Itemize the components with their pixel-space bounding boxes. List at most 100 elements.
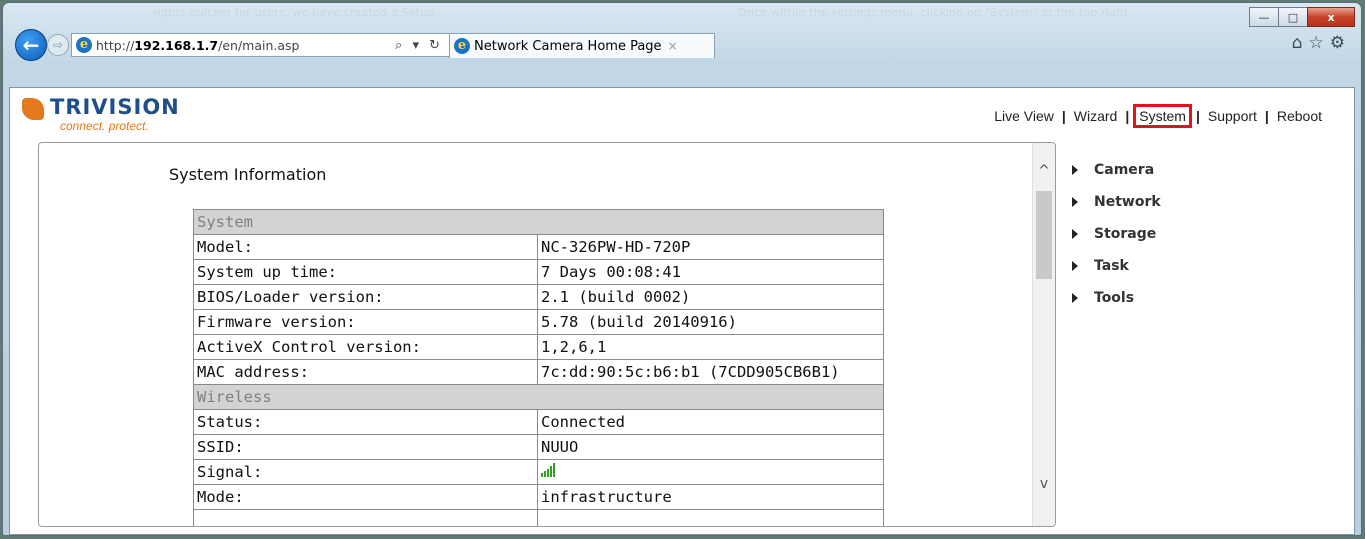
sidemenu-label: Network bbox=[1094, 194, 1161, 210]
browser-window: rights quicker for users, we have create… bbox=[2, 2, 1362, 536]
sidemenu-label: Storage bbox=[1094, 226, 1157, 242]
side-menu: Camera Network Storage Task Tools bbox=[1072, 154, 1161, 314]
table-row: Status: Connected bbox=[193, 409, 884, 435]
sidemenu-label: Camera bbox=[1094, 162, 1155, 178]
table-row bbox=[193, 509, 884, 526]
page-viewport: TRIVISION connect. protect. Live View | … bbox=[9, 87, 1355, 535]
top-navigation: Live View | Wizard | System | Support | … bbox=[994, 104, 1322, 128]
row-label: BIOS/Loader version: bbox=[193, 284, 538, 310]
row-value bbox=[537, 509, 884, 526]
table-row: MAC address: 7c:dd:90:5c:b6:b1 (7CDD905CB… bbox=[193, 359, 884, 385]
table-row: Firmware version: 5.78 (build 20140916) bbox=[193, 309, 884, 335]
forward-arrow-icon: ⇨ bbox=[52, 38, 64, 52]
system-info-table: System Model: NC-326PW-HD-720P System up … bbox=[193, 209, 884, 526]
scroll-up-icon[interactable]: ^ bbox=[1033, 161, 1055, 181]
tab-favicon-icon: e bbox=[454, 38, 470, 54]
row-value: 7c:dd:90:5c:b6:b1 (7CDD905CB6B1) bbox=[537, 359, 884, 385]
table-row: Signal: bbox=[193, 459, 884, 485]
group-header-system: System bbox=[193, 209, 884, 235]
table-group-header: Wireless bbox=[193, 384, 884, 410]
sidemenu-item-task[interactable]: Task bbox=[1072, 250, 1161, 282]
row-value: 7 Days 00:08:41 bbox=[537, 259, 884, 285]
trivision-logo: TRIVISION connect. protect. bbox=[22, 94, 222, 134]
url-path: /en/main.asp bbox=[218, 37, 300, 53]
background-ghost-text-right: Once within the settings menu, clicking … bbox=[738, 6, 1129, 19]
url-host: 192.168.1.7 bbox=[134, 37, 219, 53]
row-label: Signal: bbox=[193, 459, 538, 485]
settings-gear-icon[interactable]: ⚙ bbox=[1330, 33, 1351, 53]
url-prefix: http:// bbox=[96, 37, 135, 53]
address-url[interactable]: http://192.168.1.7/en/main.asp bbox=[96, 38, 299, 53]
table-row: SSID: NUUO bbox=[193, 434, 884, 460]
row-value-signal bbox=[537, 459, 884, 485]
background-ghost-text-left: rights quicker for users, we have create… bbox=[153, 6, 435, 19]
vertical-scrollbar[interactable]: ^ v bbox=[1032, 143, 1055, 526]
nav-live-view[interactable]: Live View bbox=[994, 108, 1054, 124]
table-group-header: System bbox=[193, 209, 884, 235]
sidemenu-label: Task bbox=[1094, 258, 1129, 274]
scroll-down-icon[interactable]: v bbox=[1033, 474, 1055, 494]
nav-system[interactable]: System bbox=[1133, 104, 1192, 128]
row-value: NUUO bbox=[537, 434, 884, 460]
row-value: 2.1 (build 0002) bbox=[537, 284, 884, 310]
sidemenu-item-camera[interactable]: Camera bbox=[1072, 154, 1161, 186]
table-row: Model: NC-326PW-HD-720P bbox=[193, 234, 884, 260]
browser-toolbar-icons: ⌂☆⚙ bbox=[1292, 33, 1351, 53]
row-value: 5.78 (build 20140916) bbox=[537, 309, 884, 335]
row-value: 1,2,6,1 bbox=[537, 334, 884, 360]
table-row: System up time: 7 Days 00:08:41 bbox=[193, 259, 884, 285]
sidemenu-item-tools[interactable]: Tools bbox=[1072, 282, 1161, 314]
sidemenu-label: Tools bbox=[1094, 290, 1135, 306]
home-icon[interactable]: ⌂ bbox=[1292, 33, 1309, 53]
caret-right-icon bbox=[1072, 261, 1078, 271]
row-label: ActiveX Control version: bbox=[193, 334, 538, 360]
page-title: System Information bbox=[169, 165, 327, 184]
row-label: Mode: bbox=[193, 484, 538, 510]
favorites-star-icon[interactable]: ☆ bbox=[1309, 33, 1330, 53]
tab-title: Network Camera Home Page bbox=[474, 38, 662, 54]
nav-separator: | bbox=[1125, 108, 1130, 124]
system-info-frame: System Information System Model: NC-326PW… bbox=[38, 142, 1056, 527]
logo-tagline: connect. protect. bbox=[60, 119, 149, 133]
sidemenu-item-storage[interactable]: Storage bbox=[1072, 218, 1161, 250]
tab-close-icon[interactable]: × bbox=[668, 39, 678, 53]
minimize-button[interactable]: — bbox=[1249, 7, 1279, 27]
row-label: SSID: bbox=[193, 434, 538, 460]
frame-content: System Information System Model: NC-326PW… bbox=[39, 143, 1029, 526]
row-label bbox=[193, 509, 538, 526]
sidemenu-item-network[interactable]: Network bbox=[1072, 186, 1161, 218]
signal-strength-icon bbox=[541, 463, 555, 477]
row-label: Firmware version: bbox=[193, 309, 538, 335]
caret-right-icon bbox=[1072, 165, 1078, 175]
close-button[interactable]: x bbox=[1307, 7, 1355, 27]
row-value: NC-326PW-HD-720P bbox=[537, 234, 884, 260]
group-header-wireless: Wireless bbox=[193, 384, 884, 410]
browser-tab[interactable]: e Network Camera Home Page × bbox=[449, 33, 715, 58]
back-button[interactable]: ← bbox=[15, 29, 47, 61]
caret-right-icon bbox=[1072, 197, 1078, 207]
back-arrow-icon: ← bbox=[22, 33, 40, 57]
ie-logo-icon: e bbox=[76, 37, 92, 53]
row-value: infrastructure bbox=[537, 484, 884, 510]
search-refresh-icons[interactable]: ⌕ ▾ ↻ bbox=[395, 38, 449, 53]
table-row: ActiveX Control version: 1,2,6,1 bbox=[193, 334, 884, 360]
nav-support[interactable]: Support bbox=[1208, 108, 1257, 124]
nav-separator: | bbox=[1264, 108, 1269, 124]
table-row: Mode: infrastructure bbox=[193, 484, 884, 510]
row-label: MAC address: bbox=[193, 359, 538, 385]
nav-wizard[interactable]: Wizard bbox=[1074, 108, 1118, 124]
forward-button[interactable]: ⇨ bbox=[47, 34, 69, 56]
nav-reboot[interactable]: Reboot bbox=[1277, 108, 1322, 124]
maximize-button[interactable]: □ bbox=[1278, 7, 1308, 27]
row-label: Model: bbox=[193, 234, 538, 260]
table-row: BIOS/Loader version: 2.1 (build 0002) bbox=[193, 284, 884, 310]
row-label: Status: bbox=[193, 409, 538, 435]
window-controls: — □ x bbox=[1249, 7, 1355, 27]
scroll-thumb[interactable] bbox=[1036, 191, 1052, 279]
row-label: System up time: bbox=[193, 259, 538, 285]
caret-right-icon bbox=[1072, 229, 1078, 239]
row-value: Connected bbox=[537, 409, 884, 435]
address-bar[interactable]: e http://192.168.1.7/en/main.asp ⌕ ▾ ↻ bbox=[71, 33, 450, 57]
logo-name: TRIVISION bbox=[50, 95, 180, 119]
nav-separator: | bbox=[1195, 108, 1200, 124]
